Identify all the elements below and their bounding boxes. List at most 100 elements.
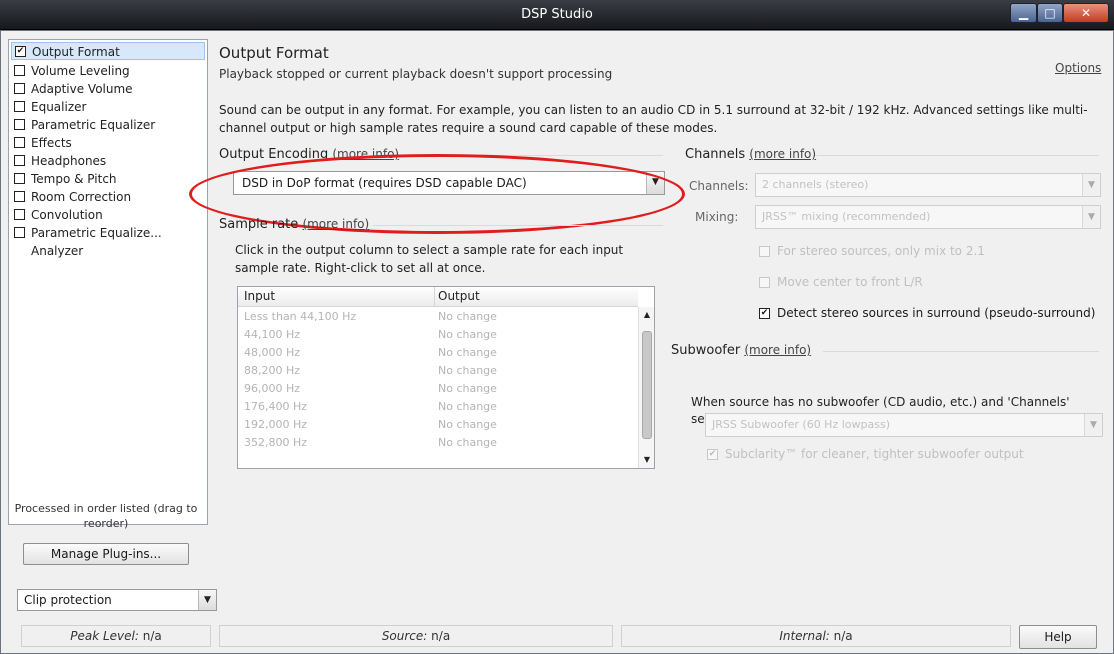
plugin-item-parametric-equalizer-2[interactable]: Parametric Equalize... [11, 224, 205, 242]
plugin-checkbox[interactable] [14, 173, 25, 184]
internal-cell: Internal: n/a [621, 625, 1011, 647]
plugin-label: Effects [31, 136, 72, 150]
chevron-down-icon[interactable]: ▼ [646, 172, 664, 194]
window-title: DSP Studio [521, 7, 593, 22]
status-bar: Peak Level: n/a Source: n/a Internal: n/… [1, 619, 1113, 653]
row-output[interactable]: No change [438, 328, 497, 341]
channels-heading: Channels (more info) [685, 147, 816, 162]
close-button[interactable]: ✕ [1063, 3, 1109, 23]
maximize-button[interactable]: □ [1037, 3, 1063, 23]
chevron-down-icon[interactable]: ▼ [1082, 206, 1100, 228]
row-input: 88,200 Hz [244, 364, 301, 377]
stereo-21-checkbox[interactable] [759, 246, 770, 257]
row-output[interactable]: No change [438, 382, 497, 395]
column-output[interactable]: Output [438, 289, 480, 303]
row-output[interactable]: No change [438, 346, 497, 359]
plugin-checkbox[interactable] [14, 227, 25, 238]
table-row[interactable]: 44,100 Hz No change [238, 326, 638, 344]
detect-stereo-label: Detect stereo sources in surround (pseud… [777, 306, 1096, 320]
output-encoding-more-info-link[interactable]: (more info) [332, 147, 399, 161]
subclarity-checkbox[interactable]: ✔ [707, 449, 718, 460]
table-row[interactable]: 88,200 Hz No change [238, 362, 638, 380]
clip-protection-select[interactable]: Clip protection ▼ [17, 589, 217, 611]
plugin-item-analyzer[interactable]: Analyzer [11, 242, 205, 260]
table-row[interactable]: 176,400 Hz No change [238, 398, 638, 416]
sample-rate-table[interactable]: Input Output Less than 44,100 Hz No chan… [237, 286, 655, 469]
row-output[interactable]: No change [438, 364, 497, 377]
move-center-label: Move center to front L/R [777, 275, 923, 289]
sample-rate-heading: Sample rate (more info) [219, 217, 369, 232]
row-output[interactable]: No change [438, 310, 497, 323]
plugin-checkbox[interactable] [14, 191, 25, 202]
order-note: Processed in order listed (drag to reord… [14, 502, 198, 530]
subwoofer-value: JRSS Subwoofer (60 Hz lowpass) [712, 418, 890, 431]
table-row[interactable]: Less than 44,100 Hz No change [238, 308, 638, 326]
scroll-down-icon[interactable]: ▼ [639, 452, 654, 468]
divider [373, 225, 663, 226]
scrollbar-thumb[interactable] [642, 331, 652, 439]
plugin-label: Parametric Equalizer [31, 118, 156, 132]
plugin-checkbox[interactable] [14, 155, 25, 166]
channels-select[interactable]: 2 channels (stereo) ▼ [755, 173, 1101, 197]
output-encoding-select[interactable]: DSD in DoP format (requires DSD capable … [233, 171, 665, 195]
plugin-item-headphones[interactable]: Headphones [11, 152, 205, 170]
output-encoding-label: Output Encoding [219, 147, 329, 162]
plugin-checkbox[interactable] [14, 137, 25, 148]
help-button[interactable]: Help [1019, 625, 1097, 649]
options-link[interactable]: Options [1055, 61, 1101, 75]
detect-stereo-checkbox[interactable]: ✔ [759, 308, 770, 319]
plugin-item-room-correction[interactable]: Room Correction [11, 188, 205, 206]
sample-rate-more-info-link[interactable]: (more info) [302, 217, 369, 231]
plugin-label: Equalizer [31, 100, 87, 114]
clip-protection-value: Clip protection [24, 593, 112, 607]
row-input: 44,100 Hz [244, 328, 301, 341]
plugin-item-output-format[interactable]: ✔ Output Format [11, 42, 205, 60]
plugin-checkbox[interactable] [14, 119, 25, 130]
minimize-button[interactable]: ▁ [1010, 3, 1037, 23]
row-output[interactable]: No change [438, 400, 497, 413]
plugin-label: Headphones [31, 154, 107, 168]
row-input: 48,000 Hz [244, 346, 301, 359]
table-row[interactable]: 352,800 Hz No change [238, 434, 638, 452]
channels-group-label: Channels [685, 147, 746, 162]
sample-rate-label: Sample rate [219, 217, 299, 232]
plugin-checkbox[interactable] [14, 209, 25, 220]
table-row[interactable]: 192,000 Hz No change [238, 416, 638, 434]
plugin-item-convolution[interactable]: Convolution [11, 206, 205, 224]
divider [823, 351, 1099, 352]
plugin-checkbox[interactable] [14, 65, 25, 76]
chevron-down-icon[interactable]: ▼ [1084, 414, 1102, 436]
mixing-select[interactable]: JRSS™ mixing (recommended) ▼ [755, 205, 1101, 229]
plugin-item-equalizer[interactable]: Equalizer [11, 98, 205, 116]
plugin-item-volume-leveling[interactable]: Volume Leveling [11, 62, 205, 80]
plugin-checkbox[interactable] [14, 83, 25, 94]
row-output[interactable]: No change [438, 418, 497, 431]
table-scrollbar[interactable]: ▲ ▼ [638, 307, 654, 468]
chevron-down-icon[interactable]: ▼ [198, 590, 216, 610]
channels-more-info-link[interactable]: (more info) [749, 147, 816, 161]
plugin-label: Room Correction [31, 190, 132, 204]
plugin-checkbox[interactable] [14, 101, 25, 112]
plugin-item-tempo-pitch[interactable]: Tempo & Pitch [11, 170, 205, 188]
plugin-list[interactable]: ✔ Output Format Volume Leveling Adaptive… [8, 39, 208, 525]
move-center-checkbox[interactable] [759, 277, 770, 288]
row-output[interactable]: No change [438, 436, 497, 449]
title-bar: DSP Studio ▁ □ ✕ [0, 0, 1114, 30]
sample-rate-hint: Click in the output column to select a s… [235, 243, 624, 275]
plugin-label: Analyzer [31, 244, 84, 258]
column-divider[interactable] [434, 287, 435, 307]
plugin-item-effects[interactable]: Effects [11, 134, 205, 152]
table-row[interactable]: 96,000 Hz No change [238, 380, 638, 398]
plugin-checkbox[interactable]: ✔ [15, 46, 26, 57]
chevron-down-icon[interactable]: ▼ [1082, 174, 1100, 196]
scroll-up-icon[interactable]: ▲ [639, 307, 654, 323]
subwoofer-more-info-link[interactable]: (more info) [744, 343, 811, 357]
plugin-item-parametric-equalizer[interactable]: Parametric Equalizer [11, 116, 205, 134]
manage-plugins-button[interactable]: Manage Plug-ins... [23, 543, 189, 565]
plugin-item-adaptive-volume[interactable]: Adaptive Volume [11, 80, 205, 98]
internal-value: n/a [833, 629, 853, 643]
subwoofer-select[interactable]: JRSS Subwoofer (60 Hz lowpass) ▼ [705, 413, 1103, 437]
table-row[interactable]: 48,000 Hz No change [238, 344, 638, 362]
column-input[interactable]: Input [244, 289, 275, 303]
peak-level-cell: Peak Level: n/a [21, 625, 211, 647]
